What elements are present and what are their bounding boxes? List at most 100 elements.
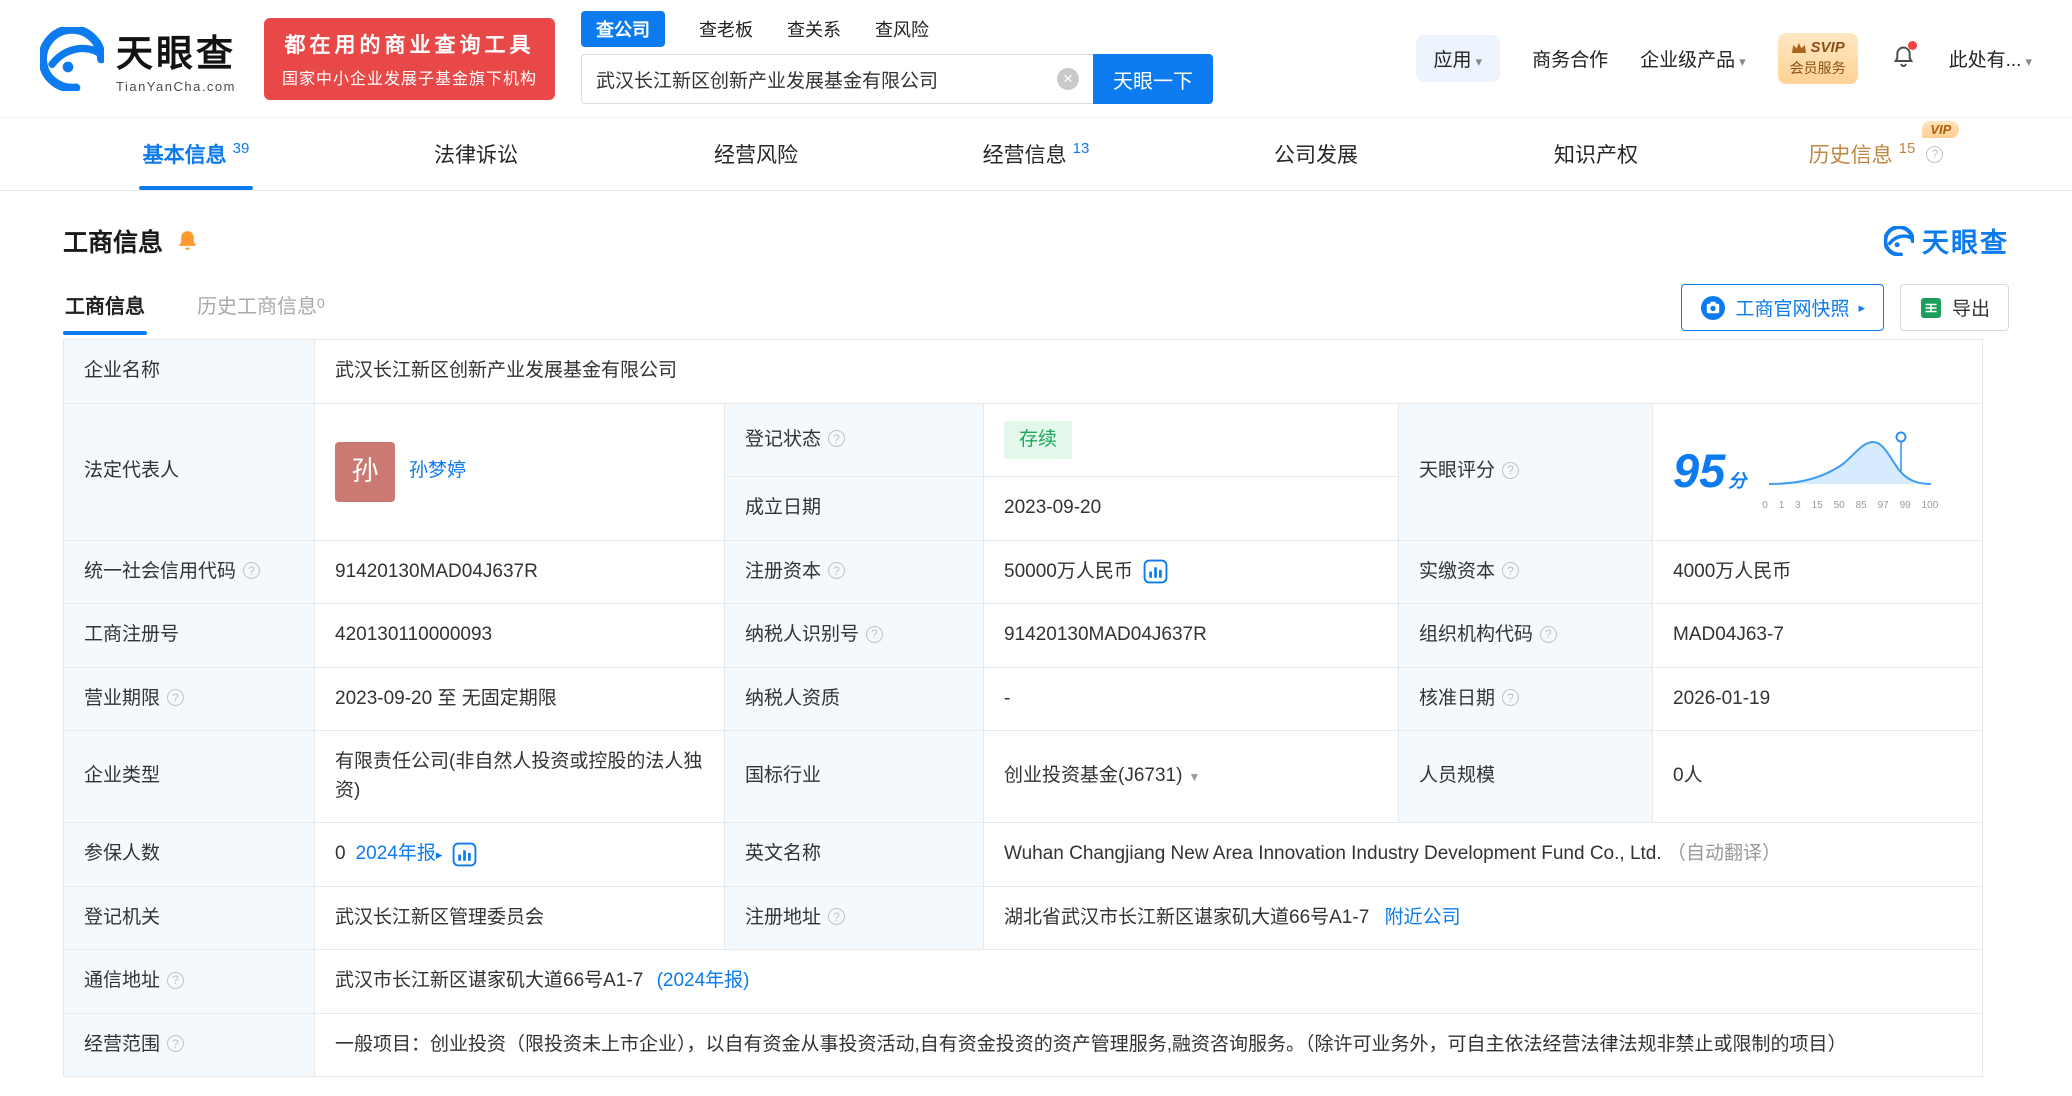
arrow-right-icon <box>1858 300 1865 316</box>
table-row: 企业类型 有限责任公司(非自然人投资或控股的法人独资) 国标行业 创业投资基金(… <box>64 731 1983 823</box>
chevron-down-icon[interactable] <box>1188 770 1200 784</box>
tianyancha-watermark: 天眼查 <box>1884 221 2009 260</box>
postal-label-cell: 通信地址 <box>64 950 315 1014</box>
search-clear-icon[interactable] <box>1057 68 1079 90</box>
english-name-label-cell: 英文名称 <box>725 823 984 887</box>
english-name-value-cell: Wuhan Changjiang New Area Innovation Ind… <box>984 823 1983 887</box>
notification-dot <box>1908 41 1917 50</box>
tab-count: 15 <box>1899 140 1916 157</box>
postal-label: 通信地址 <box>84 970 160 991</box>
tab-basic-info[interactable]: 基本信息39 <box>143 118 250 190</box>
subscribe-bell-icon[interactable] <box>175 228 200 253</box>
table-row: 统一社会信用代码 91420130MAD04J637R 注册资本 50000万人… <box>64 540 1983 604</box>
search-tab-company[interactable]: 查公司 <box>581 11 665 47</box>
help-icon[interactable] <box>243 562 260 579</box>
tab-operating-risk[interactable]: 经营风险 <box>714 118 798 190</box>
promo-banner[interactable]: 都在用的商业查询工具 国家中小企业发展子基金旗下机构 <box>264 18 555 100</box>
svip-sublabel: 会员服务 <box>1790 58 1846 78</box>
tab-label: 经营信息 <box>983 139 1067 169</box>
approval-date-value: 2026-01-19 <box>1653 667 1983 731</box>
brand-domain: TianYanCha.com <box>116 79 236 94</box>
reg-number-value: 420130110000093 <box>315 604 725 668</box>
capital-chart-icon[interactable] <box>1143 559 1168 584</box>
help-icon[interactable] <box>167 689 184 706</box>
establish-date-value: 2023-09-20 <box>984 477 1399 541</box>
official-snapshot-button[interactable]: 工商官网快照 <box>1681 284 1884 331</box>
help-icon[interactable] <box>1502 462 1519 479</box>
registry-label: 登记机关 <box>84 907 160 928</box>
brand-logo-icon <box>40 27 104 91</box>
subtab-count: 0 <box>317 295 325 311</box>
brand-name: 天眼查 <box>116 23 236 77</box>
legal-rep-label: 法定代表人 <box>84 460 179 481</box>
vip-badge: VIP <box>1922 121 1959 138</box>
annual-report-link[interactable]: 2024年报 <box>356 840 443 869</box>
avatar[interactable]: 孙 <box>335 442 395 502</box>
help-icon[interactable] <box>1540 626 1557 643</box>
tab-operating-info[interactable]: 经营信息13 <box>983 118 1090 190</box>
staff-size-label-cell: 人员规模 <box>1399 731 1653 823</box>
org-code-value: MAD04J63-7 <box>1653 604 1983 668</box>
tab-count: 39 <box>233 140 250 157</box>
export-button[interactable]: 导出 <box>1900 284 2009 331</box>
notification-bell[interactable] <box>1890 43 1917 75</box>
section-title: 工商信息 <box>63 223 163 259</box>
search-tab-relation[interactable]: 查关系 <box>787 16 841 42</box>
tab-intellectual-property[interactable]: 知识产权 <box>1554 118 1638 190</box>
postal-report-link[interactable]: (2024年报) <box>657 970 750 991</box>
help-icon[interactable] <box>167 972 184 989</box>
taxpayer-quality-value: - <box>984 667 1399 731</box>
subtab-business-info[interactable]: 工商信息 <box>63 280 147 335</box>
scope-label-cell: 经营范围 <box>64 1013 315 1077</box>
score-axis: 0131550859799100 <box>1762 498 1938 513</box>
subtab-history-business-info[interactable]: 历史工商信息0 <box>195 280 327 335</box>
help-icon[interactable] <box>1926 146 1943 163</box>
credit-code-value: 91420130MAD04J637R <box>315 540 725 604</box>
search-input[interactable] <box>596 68 1057 90</box>
brand-logo[interactable]: 天眼查 TianYanCha.com <box>40 23 236 94</box>
svip-badge[interactable]: SVIP 会员服务 <box>1778 33 1858 84</box>
scope-label: 经营范围 <box>84 1034 160 1055</box>
help-icon[interactable] <box>1502 562 1519 579</box>
table-row: 通信地址 武汉市长江新区谌家矶大道66号A1-7 (2024年报) <box>64 950 1983 1014</box>
help-icon[interactable] <box>828 562 845 579</box>
help-icon[interactable] <box>828 908 845 925</box>
address-label: 注册地址 <box>745 907 821 928</box>
tab-legal[interactable]: 法律诉讼 <box>434 118 518 190</box>
tab-company-development[interactable]: 公司发展 <box>1274 118 1358 190</box>
insured-chart-icon[interactable] <box>452 842 477 867</box>
section-header: 工商信息 天眼查 <box>63 221 2009 260</box>
legal-rep-label-cell: 法定代表人 <box>64 403 315 540</box>
english-name-value: Wuhan Changjiang New Area Innovation Ind… <box>1004 843 1662 864</box>
establish-date-label-cell: 成立日期 <box>725 477 984 541</box>
reg-capital-label: 注册资本 <box>745 561 821 582</box>
table-row: 企业名称 武汉长江新区创新产业发展基金有限公司 <box>64 340 1983 404</box>
help-icon[interactable] <box>1502 689 1519 706</box>
help-icon[interactable] <box>828 430 845 447</box>
search-tab-boss[interactable]: 查老板 <box>699 16 753 42</box>
tianyancha-watermark-icon <box>1884 226 1914 256</box>
search-tabs: 查公司 查老板 查关系 查风险 <box>581 13 1213 45</box>
company-name-label-cell: 企业名称 <box>64 340 315 404</box>
search-tab-risk[interactable]: 查风险 <box>875 16 929 42</box>
help-icon[interactable] <box>866 626 883 643</box>
postal-value-cell: 武汉市长江新区谌家矶大道66号A1-7 (2024年报) <box>315 950 1983 1014</box>
table-row: 工商注册号 420130110000093 纳税人识别号 91420130MAD… <box>64 604 1983 668</box>
tab-history-info[interactable]: VIP 历史信息15 <box>1809 118 1944 190</box>
org-code-label-cell: 组织机构代码 <box>1399 604 1653 668</box>
score-label-cell: 天眼评分 <box>1399 403 1653 540</box>
enterprise-menu[interactable]: 企业级产品 <box>1640 45 1746 72</box>
search-button[interactable]: 天眼一下 <box>1093 54 1213 104</box>
nearby-companies-link[interactable]: 附近公司 <box>1385 907 1461 928</box>
main-tabs: 基本信息39 法律诉讼 经营风险 经营信息13 公司发展 知识产权 VIP 历史… <box>0 118 2072 191</box>
cooperation-link[interactable]: 商务合作 <box>1532 45 1608 72</box>
promo-line2: 国家中小企业发展子基金旗下机构 <box>282 65 537 89</box>
help-icon[interactable] <box>167 1035 184 1052</box>
user-menu[interactable]: 此处有... <box>1949 45 2032 72</box>
reg-status-label: 登记状态 <box>745 429 821 450</box>
tab-label: 经营风险 <box>714 139 798 169</box>
legal-rep-link[interactable]: 孙梦婷 <box>409 457 466 486</box>
business-term-value: 2023-09-20 至 无固定期限 <box>315 667 725 731</box>
score-chart: 0131550859799100 <box>1762 430 1938 513</box>
app-menu[interactable]: 应用 <box>1416 35 1501 82</box>
